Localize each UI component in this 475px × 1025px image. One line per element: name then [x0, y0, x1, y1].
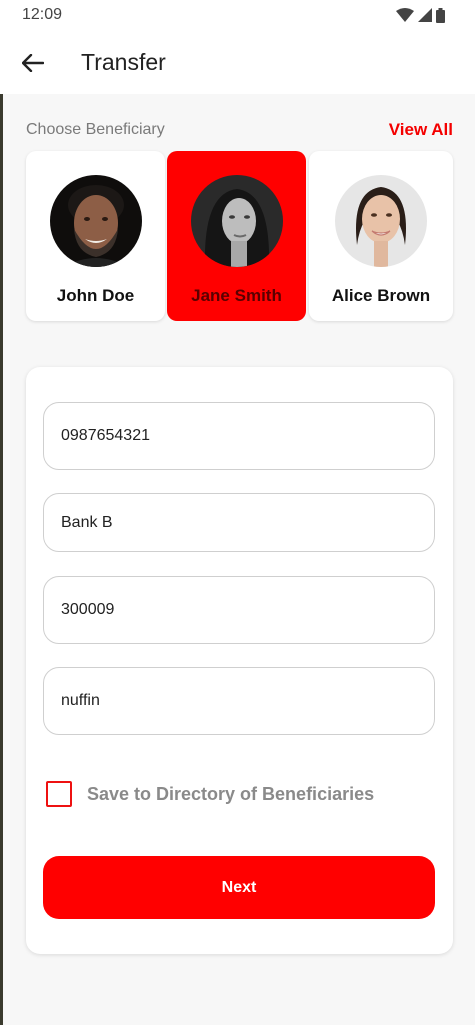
- status-bar: 12:09: [0, 0, 475, 30]
- beneficiary-name: Jane Smith: [191, 286, 282, 305]
- battery-icon: [436, 7, 445, 23]
- beneficiary-section-label: Choose Beneficiary: [26, 121, 165, 138]
- window-edge: [0, 0, 3, 1025]
- back-button[interactable]: [18, 48, 48, 78]
- signal-icon: [418, 8, 432, 22]
- beneficiary-card-john-doe[interactable]: John Doe: [26, 151, 165, 321]
- view-all-link[interactable]: View All: [389, 120, 453, 140]
- amount-field[interactable]: [43, 576, 435, 644]
- save-beneficiary-label: Save to Directory of Beneficiaries: [87, 783, 375, 804]
- beneficiary-card-alice-brown[interactable]: Alice Brown: [309, 151, 453, 321]
- bank-field[interactable]: [43, 493, 435, 552]
- status-icons: [396, 7, 445, 23]
- account-number-field[interactable]: [43, 402, 435, 470]
- save-beneficiary-option[interactable]: Save to Directory of Beneficiaries: [46, 780, 374, 808]
- avatar: [335, 175, 427, 267]
- wifi-icon: [396, 8, 414, 22]
- status-time: 12:09: [22, 6, 63, 23]
- beneficiary-name: John Doe: [56, 286, 135, 305]
- beneficiary-card-jane-smith[interactable]: Jane Smith: [167, 151, 306, 321]
- beneficiary-list: John Doe Jane Smith Alice Brown: [26, 151, 453, 321]
- note-field[interactable]: [43, 667, 435, 735]
- save-beneficiary-checkbox[interactable]: [46, 781, 72, 807]
- page-title: Transfer: [81, 49, 166, 75]
- next-button[interactable]: Next: [43, 856, 435, 919]
- beneficiary-header: Choose Beneficiary View All: [26, 118, 453, 142]
- transfer-form: Save to Directory of Beneficiaries Next: [26, 367, 453, 954]
- beneficiary-name: Alice Brown: [331, 286, 431, 305]
- avatar: [190, 175, 283, 267]
- avatar: [49, 175, 142, 267]
- arrow-left-icon: [22, 54, 44, 72]
- app-bar: Transfer: [0, 30, 475, 94]
